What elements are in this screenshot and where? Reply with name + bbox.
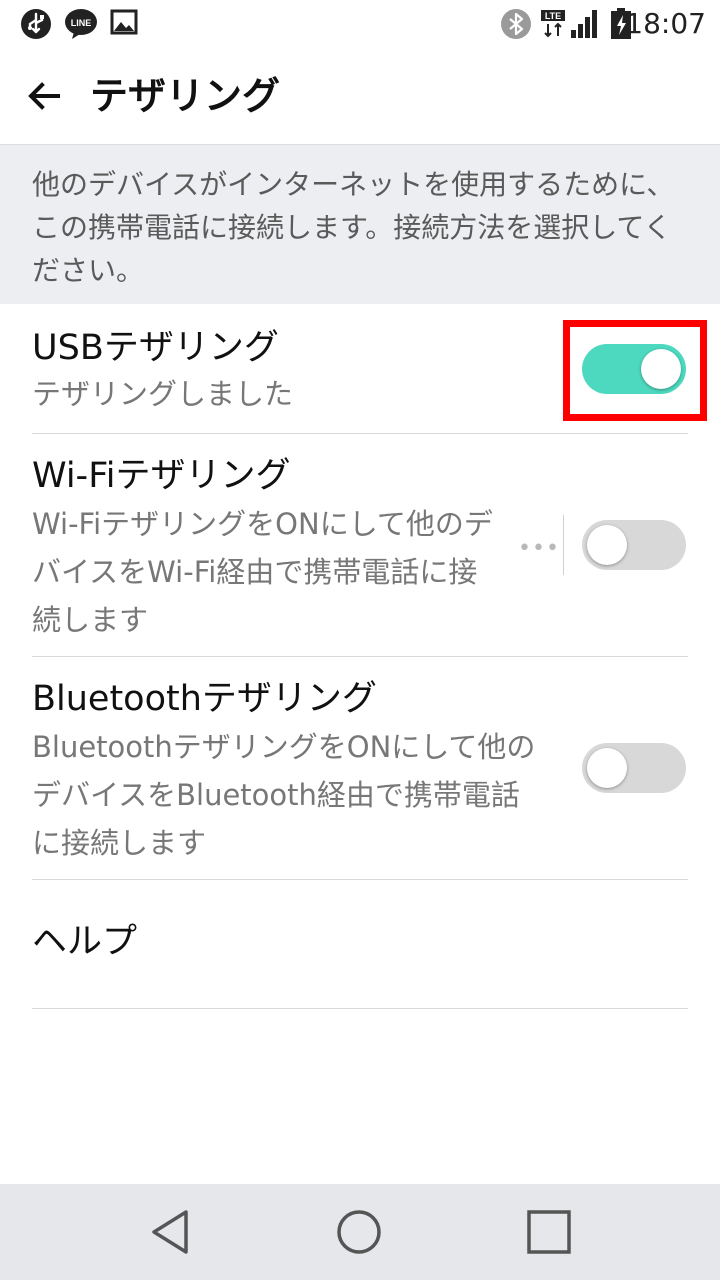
- usb-tethering-subtitle: テザリングしました: [32, 377, 294, 411]
- nav-back-button[interactable]: [140, 1202, 200, 1262]
- status-bar: LINE LTE 18:07: [0, 0, 720, 48]
- wifi-tethering-toggle[interactable]: [582, 520, 686, 570]
- bluetooth-tethering-subtitle: BluetoothテザリングをONにして他のデバイスをBluetooth経由で携…: [32, 730, 536, 860]
- divider: [32, 1008, 688, 1009]
- back-icon: [152, 1210, 188, 1254]
- toggle-knob: [587, 748, 627, 788]
- recents-icon: [527, 1210, 571, 1254]
- highlight-box: [563, 320, 707, 421]
- more-options-icon[interactable]: •••: [518, 536, 560, 561]
- bluetooth-tethering-row[interactable]: Bluetoothテザリング BluetoothテザリングをONにして他のデバイ…: [0, 657, 720, 879]
- usb-icon: [20, 8, 52, 44]
- svg-text:LINE: LINE: [71, 18, 92, 28]
- bluetooth-tethering-toggle[interactable]: [582, 743, 686, 793]
- bluetooth-tethering-title: Bluetoothテザリング: [32, 679, 377, 719]
- arrow-left-icon: [28, 82, 60, 110]
- navigation-bar: [0, 1184, 720, 1280]
- signal-icon: [570, 8, 600, 44]
- description-panel: 他のデバイスがインターネットを使用するために、この携帯電話に接続します。接続方法…: [0, 144, 720, 304]
- clock: 18:07: [625, 7, 706, 40]
- lte-icon: LTE: [540, 8, 570, 44]
- wifi-tethering-title: Wi-Fiテザリング: [32, 456, 291, 496]
- help-title: ヘルプ: [32, 922, 138, 962]
- line-icon: LINE: [64, 8, 98, 44]
- wifi-tethering-subtitle: Wi-FiテザリングをONにして他のデバイスをWi-Fi経由で携帯電話に接続しま…: [32, 507, 493, 637]
- toggle-knob: [587, 525, 627, 565]
- nav-recents-button[interactable]: [519, 1202, 579, 1262]
- image-icon: [110, 8, 138, 40]
- nav-home-button[interactable]: [329, 1202, 389, 1262]
- page-title: テザリング: [90, 74, 281, 118]
- bluetooth-icon: [500, 8, 532, 44]
- description-text: 他のデバイスがインターネットを使用するために、この携帯電話に接続します。接続方法…: [32, 168, 675, 287]
- vertical-separator: [563, 515, 564, 575]
- svg-text:LTE: LTE: [545, 11, 561, 21]
- help-row[interactable]: ヘルプ: [0, 880, 720, 1008]
- usb-tethering-title: USBテザリング: [32, 328, 279, 368]
- home-icon: [337, 1210, 381, 1254]
- back-button[interactable]: [16, 68, 72, 124]
- app-bar: テザリング: [0, 48, 720, 144]
